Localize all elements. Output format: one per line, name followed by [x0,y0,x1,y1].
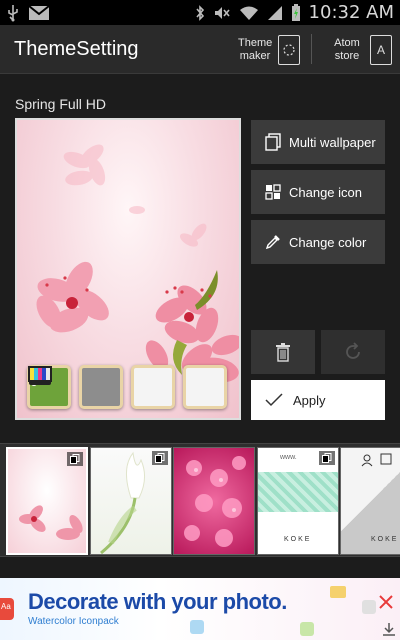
banner-decor-icons [190,586,393,636]
app-bar: ThemeSetting Theme maker Atom store A [0,25,400,74]
thumbnail-item[interactable] [90,447,172,555]
change-color-button[interactable]: Change color [251,220,385,264]
theme-maker-icon [278,35,300,65]
copy-badge-icon [152,451,168,465]
theme-maker-label: Theme maker [238,37,273,62]
thumbnail-item[interactable] [6,447,88,555]
bluetooth-icon [195,4,204,21]
change-icon-button[interactable]: Change icon [251,170,385,214]
trash-icon [276,343,290,362]
theme-preview[interactable] [15,118,241,420]
usb-icon [8,4,18,21]
apply-label: Apply [293,392,326,408]
phone-icon [32,365,123,409]
thumbnail-item[interactable]: KOKE [340,447,400,555]
copy-badge-icon [319,451,335,465]
atom-store-button[interactable]: Atom store A [330,29,392,71]
app-title: ThemeSetting [14,38,139,60]
change-icon-label: Change icon [289,184,362,200]
signal-icon [267,5,282,20]
multi-wallpaper-label: Multi wallpaper [289,134,376,150]
wifi-icon [239,6,258,20]
mute-icon [214,6,230,19]
atom-store-label: Atom store [334,37,360,62]
theme-name: Spring Full HD [15,96,107,112]
refresh-icon [346,342,360,359]
grid-icon [265,184,281,200]
apply-button[interactable]: Apply [251,380,385,420]
download-icon[interactable] [382,622,396,636]
copy-icon [265,133,281,151]
app-bar-divider [311,34,312,64]
camera-icon [29,365,175,409]
restore-button[interactable] [321,330,385,374]
thumbnail-logo: KOKE [371,536,399,543]
status-bar: 10:32 AM [0,0,400,25]
atom-store-glyph: A [376,43,385,57]
delete-button[interactable] [251,330,315,374]
thumbnail-art [184,456,246,547]
mint-pattern [258,472,338,512]
multi-wallpaper-button[interactable]: Multi wallpaper [251,120,385,164]
gmail-icon [28,4,50,20]
thumbnail-top-label: www. [280,454,297,461]
copy-badge-icon [67,452,83,466]
battery-charging-icon [291,3,300,21]
theme-thumbnail-strip[interactable]: www. KOKE KOKE [0,443,400,557]
theme-maker-button[interactable]: Theme maker [238,29,300,71]
check-icon [265,393,283,407]
thumbnail-item[interactable] [173,447,255,555]
clock: 10:32 AM [308,2,394,23]
thumbnail-top-icons [361,453,392,467]
ad-banner[interactable]: Aa Decorate with your photo. Watercolor … [0,578,400,640]
thumbnail-logo: KOKE [284,536,312,543]
dock-icons [27,365,227,409]
atom-store-icon: A [370,35,392,65]
eyedropper-icon [265,235,280,250]
thumbnail-item[interactable]: www. KOKE [257,447,339,555]
tv-icon [28,365,227,409]
change-color-label: Change color [289,234,367,250]
